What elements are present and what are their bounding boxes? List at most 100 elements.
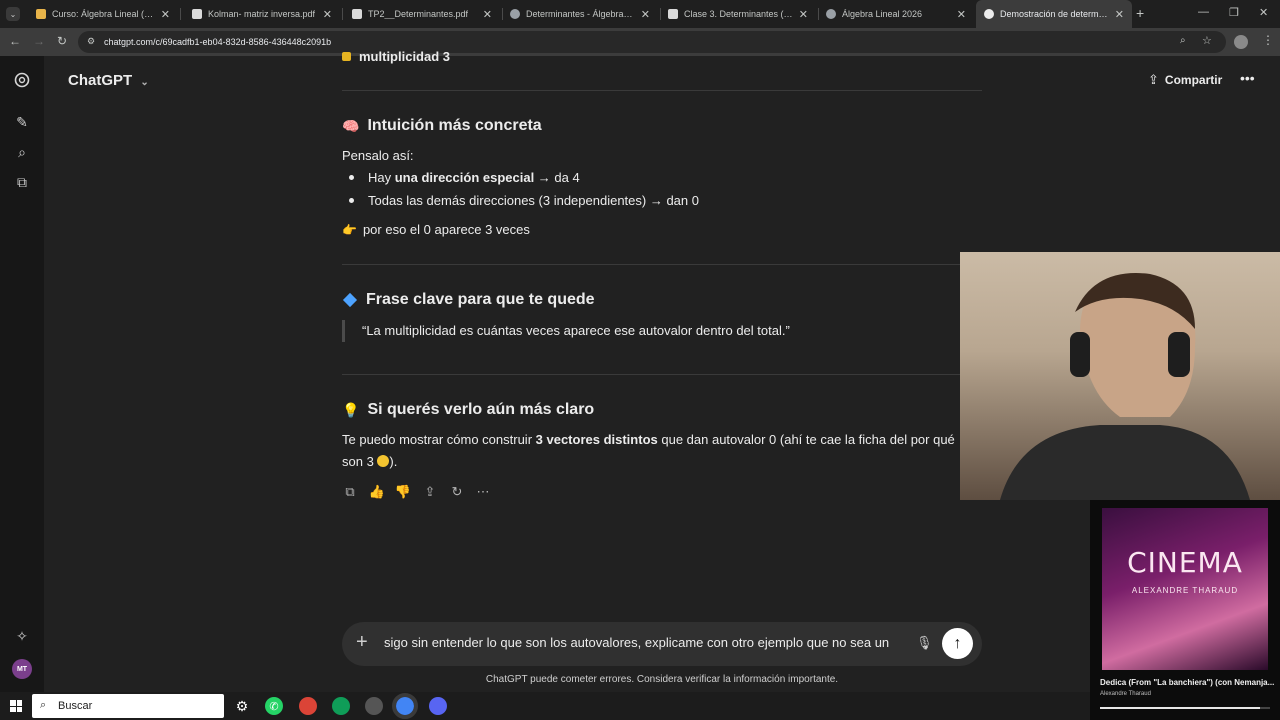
tab-search-dropdown-icon[interactable]: ⌄: [6, 7, 20, 21]
add-attachment-icon[interactable]: +: [356, 631, 368, 654]
windows-taskbar: ⌕ Buscar ⚙ ✆: [0, 692, 1090, 720]
close-tab-icon[interactable]: ✕: [323, 8, 332, 21]
browser-tab[interactable]: Curso: Álgebra Lineal (1C 2026) ✕: [28, 0, 178, 28]
browser-tab-active[interactable]: Demostración de determinante ✕: [976, 0, 1132, 28]
tab-favicon-icon: [352, 9, 362, 19]
zoom-icon[interactable]: ⌕: [1180, 35, 1186, 46]
share-button[interactable]: ⇪ Compartir: [1148, 72, 1222, 88]
profile-avatar-icon[interactable]: [1234, 35, 1248, 49]
yellow-square-icon: [342, 52, 351, 61]
tab-favicon-icon: [36, 9, 46, 19]
site-info-icon[interactable]: ⚙: [87, 36, 95, 47]
taskbar-search[interactable]: ⌕ Buscar: [32, 694, 224, 718]
model-selector[interactable]: ChatGPT ⌄: [68, 72, 149, 89]
tab-divider: [180, 8, 181, 20]
thumbs-down-icon[interactable]: 👎: [395, 484, 411, 500]
close-tab-icon[interactable]: ✕: [957, 8, 966, 21]
close-tab-icon[interactable]: ✕: [483, 8, 492, 21]
chrome-profile-1-icon[interactable]: [299, 697, 317, 715]
album-cover: CINEMA ALEXANDRE THARAUD: [1102, 508, 1268, 670]
maximize-window-icon[interactable]: ❐: [1229, 6, 1239, 19]
upgrade-sparkle-icon[interactable]: ✧: [13, 627, 31, 645]
browser-tab[interactable]: Clase 3. Determinantes (2).pdf ✕: [660, 0, 816, 28]
minimize-window-icon[interactable]: —: [1198, 6, 1209, 18]
tab-label: Clase 3. Determinantes (2).pdf: [684, 9, 793, 19]
browser-tab[interactable]: Kolman- matriz inversa.pdf ✕: [184, 0, 340, 28]
message-composer[interactable]: + sigo sin entender lo que son los autov…: [342, 622, 982, 666]
list-item: Todas las demás direcciones (3 independi…: [349, 193, 699, 208]
bullet-text: Hay: [368, 170, 395, 185]
address-bar[interactable]: ⚙ chatgpt.com/c/69cadfb1-eb04-832d-8586-…: [78, 31, 1226, 53]
heading-text: Intuición más concreta: [367, 117, 542, 134]
paragraph: 👉 por eso el 0 aparece 3 veces: [342, 219, 530, 241]
forward-icon[interactable]: →: [33, 34, 45, 48]
chrome-profile-2-icon[interactable]: [332, 697, 350, 715]
divider: [342, 264, 982, 265]
close-window-icon[interactable]: ✕: [1259, 6, 1268, 19]
heading-text: Si querés verlo aún más claro: [367, 401, 595, 418]
section-heading: Frase clave para que te quede: [342, 291, 595, 309]
microphone-icon[interactable]: 🎙: [916, 635, 933, 651]
playback-progress-fill: [1100, 707, 1260, 709]
avatar-initials: MT: [16, 665, 28, 673]
discord-icon[interactable]: [429, 697, 447, 715]
browser-tab[interactable]: TP2__Determinantes.pdf ✕: [344, 0, 500, 28]
bookmark-star-icon[interactable]: ☆: [1202, 34, 1212, 47]
tab-favicon-icon: [826, 9, 836, 19]
browser-menu-icon[interactable]: ⋮: [1262, 33, 1274, 47]
close-tab-icon[interactable]: ✕: [799, 8, 808, 21]
album-title: CINEMA: [1127, 546, 1243, 579]
partial-top-text: multiplicidad 3: [359, 49, 451, 64]
library-icon[interactable]: ⧉: [13, 173, 31, 191]
bullet-dot: [349, 198, 354, 203]
browser-tab[interactable]: Determinantes - Álgebra Lineal ✕: [502, 0, 658, 28]
new-tab-button[interactable]: +: [1136, 5, 1144, 21]
tab-label: Demostración de determinante: [1000, 9, 1109, 19]
close-tab-icon[interactable]: ✕: [641, 8, 650, 21]
paragraph: son 3 ).: [342, 451, 397, 472]
paragraph: Pensalo así:: [342, 148, 414, 163]
send-button[interactable]: ↑: [942, 628, 973, 659]
composer-input[interactable]: sigo sin entender lo que son los autoval…: [384, 635, 889, 650]
share-message-icon[interactable]: ⇪: [422, 484, 438, 500]
paragraph-text: son 3: [342, 454, 378, 469]
windows-start-icon[interactable]: [10, 700, 22, 712]
quote-text: “La multiplicidad es cuántas veces apare…: [362, 323, 790, 338]
user-avatar[interactable]: MT: [12, 659, 32, 679]
brain-icon: 🧠: [342, 117, 360, 134]
close-tab-icon[interactable]: ✕: [1115, 8, 1124, 21]
thumbs-up-icon[interactable]: 👍: [369, 484, 385, 500]
blue-diamond-icon: [342, 292, 358, 308]
share-icon: ⇪: [1148, 72, 1159, 87]
bullet-text: Todas las demás direcciones (3 independi…: [368, 193, 699, 208]
chevron-down-icon: ⌄: [140, 77, 149, 88]
playback-progress-bar[interactable]: [1100, 707, 1270, 709]
chrome-active-icon[interactable]: [392, 693, 418, 719]
light-bulb-icon: 💡: [342, 401, 360, 418]
bullet-bold-text: una dirección especial: [394, 170, 535, 185]
reload-icon[interactable]: ↻: [57, 34, 67, 48]
search-chats-icon[interactable]: ⌕: [13, 143, 31, 161]
whatsapp-icon[interactable]: ✆: [265, 697, 283, 715]
webcam-overlay: [960, 252, 1280, 500]
browser-tab[interactable]: Álgebra Lineal 2026 ✕: [818, 0, 974, 28]
chrome-profile-3-icon[interactable]: [365, 697, 383, 715]
more-actions-icon[interactable]: ⋯: [475, 484, 491, 500]
model-name-label: ChatGPT: [68, 72, 133, 89]
divider: [342, 90, 982, 91]
tab-label: Determinantes - Álgebra Lineal: [526, 9, 635, 19]
paragraph-bold-text: 3 vectores distintos: [535, 432, 658, 447]
browser-toolbar: ← → ↻ ⚙ chatgpt.com/c/69cadfb1-eb04-832d…: [0, 28, 1280, 56]
divider: [342, 374, 982, 375]
chatgpt-favicon-icon: [984, 9, 994, 19]
close-tab-icon[interactable]: ✕: [161, 8, 170, 21]
pointing-hand-icon: 👉: [342, 223, 357, 237]
new-chat-icon[interactable]: ✎: [13, 113, 31, 131]
regenerate-icon[interactable]: ↻: [449, 484, 465, 500]
settings-gear-icon[interactable]: ⚙: [233, 697, 251, 715]
openai-logo-icon[interactable]: [13, 71, 31, 89]
album-artist: ALEXANDRE THARAUD: [1131, 586, 1239, 595]
copy-icon[interactable]: ⧉: [342, 484, 358, 500]
more-options-icon[interactable]: •••: [1240, 70, 1255, 86]
back-icon[interactable]: ←: [9, 34, 21, 48]
